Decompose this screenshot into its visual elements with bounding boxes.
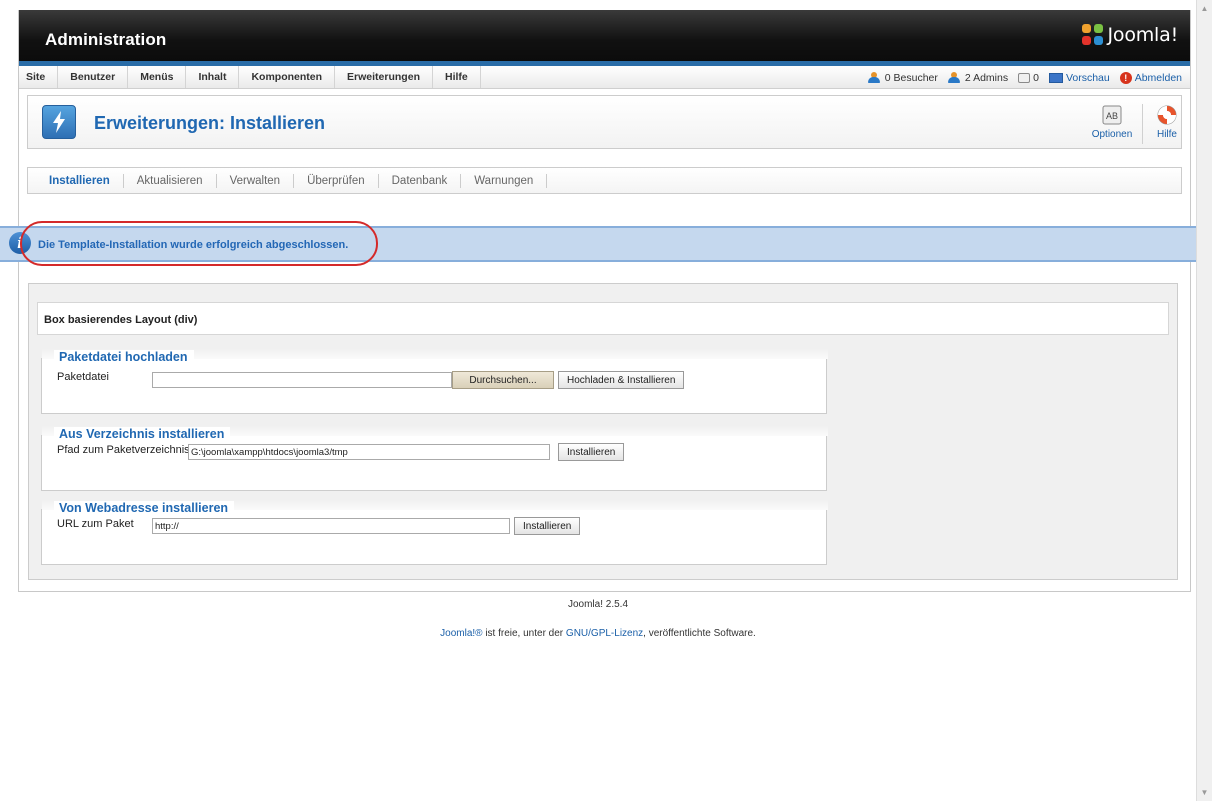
layout-box: Box basierendes Layout (div): [37, 302, 1169, 335]
admins-count: 2 Admins: [964, 71, 1009, 84]
messages-count: 0: [1033, 71, 1039, 84]
menu-inhalt[interactable]: Inhalt: [186, 66, 240, 88]
joomla-logo-icon: [1081, 24, 1104, 46]
status-messages[interactable]: 0: [1018, 72, 1039, 84]
message-highlight-ring: [20, 221, 378, 266]
vertical-scrollbar[interactable]: ▲ ▼: [1196, 0, 1212, 801]
directory-fieldset: Aus Verzeichnis installieren Pfad zum Pa…: [41, 426, 828, 491]
menu-komponenten[interactable]: Komponenten: [239, 66, 336, 88]
menu-menus[interactable]: Menüs: [128, 66, 187, 88]
logout-label: Abmelden: [1134, 71, 1182, 84]
svg-text:AB: AB: [1106, 111, 1118, 121]
install-content: Box basierendes Layout (div) Paketdatei …: [28, 283, 1178, 580]
header-title: Administration: [45, 30, 167, 49]
messages-icon: [1018, 72, 1031, 83]
sub-navigation: Installieren Aktualisieren Verwalten Übe…: [27, 167, 1182, 194]
logout-link[interactable]: ! Abmelden: [1119, 71, 1182, 84]
extension-install-icon: [42, 105, 76, 139]
directory-install-button[interactable]: Installieren: [558, 443, 625, 461]
layout-box-label: Box basierendes Layout (div): [44, 314, 198, 326]
preview-label: Vorschau: [1065, 71, 1110, 84]
joomla-logo-word: Joomla!: [1107, 24, 1179, 46]
options-button[interactable]: AB Optionen: [1089, 104, 1135, 140]
browse-button[interactable]: Durchsuchen...: [452, 371, 554, 389]
url-install-button[interactable]: Installieren: [514, 517, 581, 535]
directory-path-input[interactable]: [188, 444, 550, 460]
admin-header: Administration Joomla!: [19, 10, 1190, 66]
tab-installieren[interactable]: Installieren: [36, 173, 124, 188]
scroll-down-arrow-icon[interactable]: ▼: [1199, 787, 1210, 798]
status-visitors: 0 Besucher: [867, 71, 938, 84]
tab-aktualisieren[interactable]: Aktualisieren: [124, 173, 217, 188]
menu-hilfe[interactable]: Hilfe: [433, 66, 481, 88]
visitors-count: 0 Besucher: [884, 71, 938, 84]
preview-icon: [1048, 72, 1063, 83]
tab-ueberpruefen[interactable]: Überprüfen: [294, 173, 379, 188]
help-label: Hilfe: [1156, 129, 1177, 140]
tab-datenbank[interactable]: Datenbank: [379, 173, 462, 188]
package-url-input[interactable]: [152, 518, 510, 534]
page-title: Erweiterungen: Installieren: [94, 113, 326, 133]
options-icon: AB: [1102, 105, 1122, 125]
upload-fieldset: Paketdatei hochladen Paketdatei Durchsuc…: [41, 349, 828, 414]
toolbar-box: Erweiterungen: Installieren AB Optionen …: [27, 95, 1182, 149]
joomla-link[interactable]: Joomla!®: [440, 628, 482, 639]
menu-site[interactable]: Site: [19, 66, 59, 88]
footer-version: Joomla! 2.5.4: [567, 599, 629, 610]
menu-benutzer[interactable]: Benutzer: [58, 66, 129, 88]
status-bar: 0 Besucher 2 Admins 0 Vorschau ! Abmelde…: [867, 66, 1182, 89]
admins-icon: [947, 72, 962, 83]
tab-verwalten[interactable]: Verwalten: [217, 173, 295, 188]
options-label: Optionen: [1091, 129, 1133, 140]
gpl-license-link[interactable]: GNU/GPL-Lizenz: [566, 628, 643, 639]
toolbar-separator: [1142, 104, 1143, 144]
license-text-mid: ist freie, unter der: [482, 628, 566, 639]
license-text-end: , veröffentlichte Software.: [643, 628, 756, 639]
visitors-icon: [867, 72, 882, 83]
url-field-label: URL zum Paket: [57, 518, 134, 530]
lightning-icon: [53, 111, 65, 133]
upload-legend: Paketdatei hochladen: [54, 350, 194, 364]
logout-icon: !: [1119, 71, 1132, 84]
directory-legend: Aus Verzeichnis installieren: [54, 427, 231, 441]
help-button[interactable]: Hilfe: [1144, 104, 1190, 140]
joomla-logo: Joomla!: [1081, 24, 1179, 46]
tab-warnungen[interactable]: Warnungen: [461, 173, 548, 188]
scroll-up-arrow-icon[interactable]: ▲: [1199, 3, 1210, 14]
upload-field-label: Paketdatei: [57, 371, 109, 383]
url-fieldset: Von Webadresse installieren URL zum Pake…: [41, 500, 828, 565]
url-legend: Von Webadresse installieren: [54, 501, 235, 515]
main-menubar: Site Benutzer Menüs Inhalt Komponenten E…: [19, 66, 1190, 89]
footer-license: Joomla!® ist freie, unter der GNU/GPL-Li…: [0, 628, 1196, 639]
status-admins: 2 Admins: [947, 71, 1009, 84]
menu-erweiterungen[interactable]: Erweiterungen: [335, 66, 433, 88]
package-file-input[interactable]: [152, 372, 452, 388]
directory-field-label: Pfad zum Paketverzeichnis: [57, 444, 190, 456]
upload-install-button[interactable]: Hochladen & Installieren: [558, 371, 685, 389]
preview-link[interactable]: Vorschau: [1048, 71, 1110, 84]
lifebuoy-icon: [1157, 105, 1177, 125]
